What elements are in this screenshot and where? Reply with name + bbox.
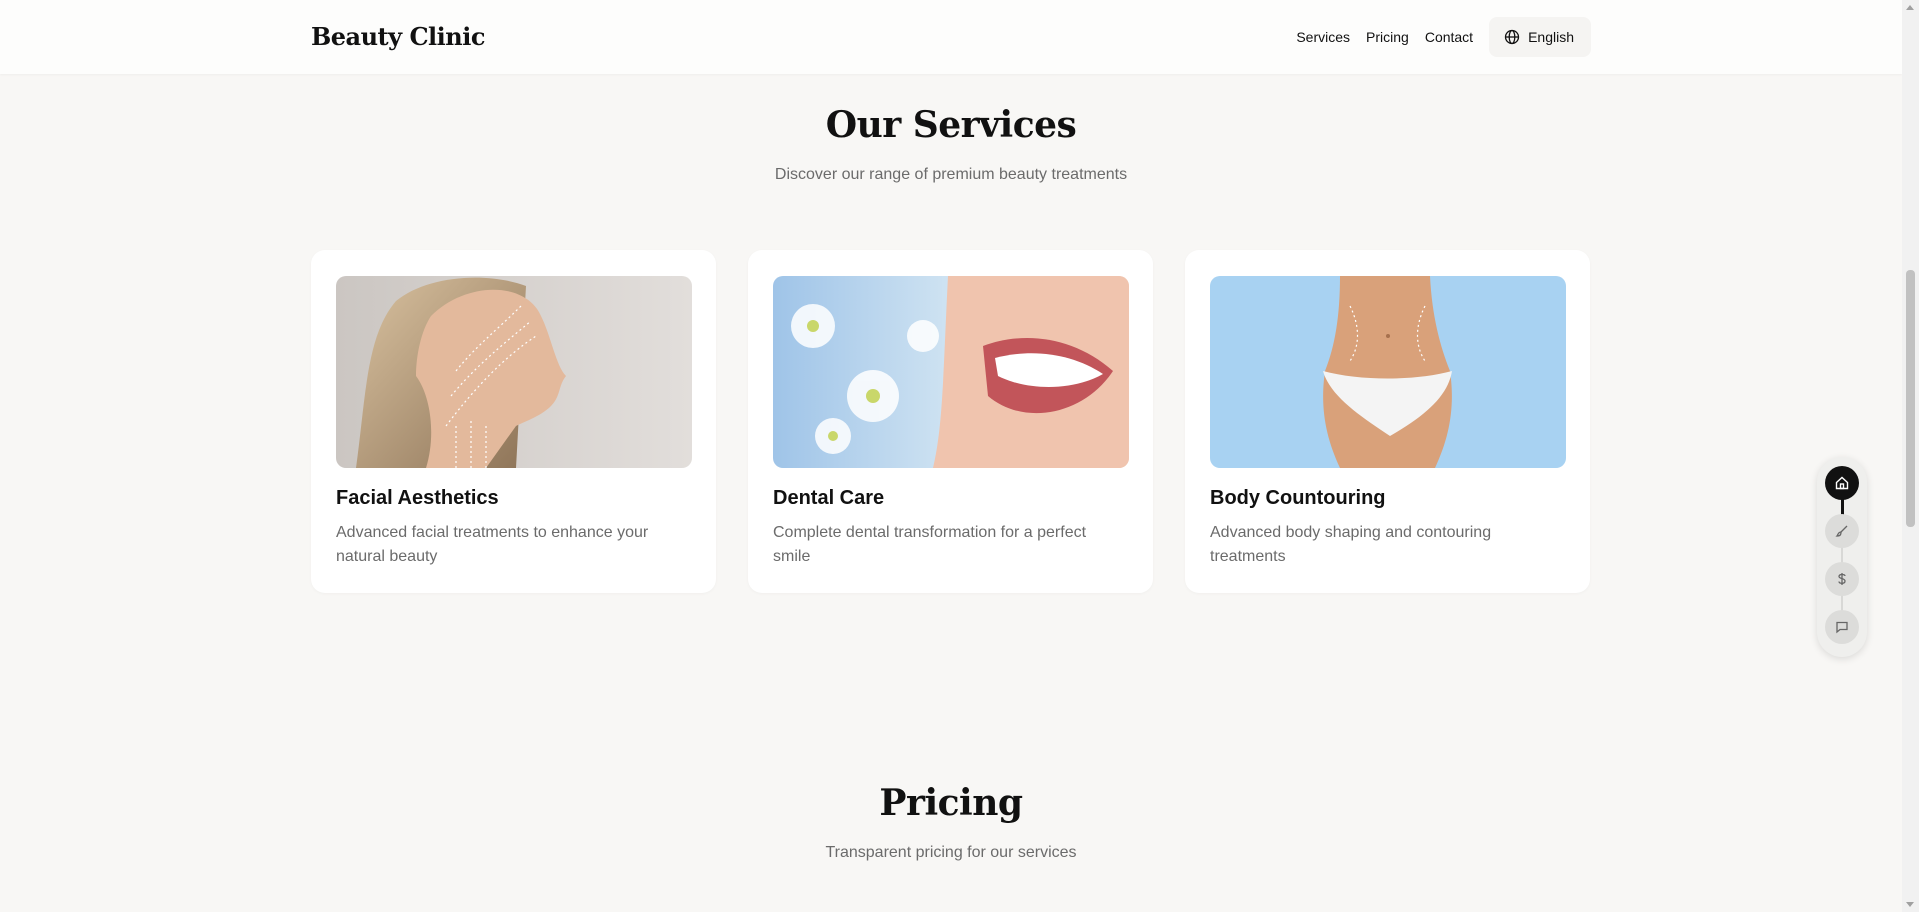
sidenav-services[interactable] bbox=[1825, 514, 1859, 548]
site-header: Beauty Clinic Services Pricing Contact E… bbox=[0, 0, 1902, 74]
smile-image bbox=[773, 276, 1129, 468]
service-card-dental[interactable]: Dental Care Complete dental transformati… bbox=[748, 250, 1153, 593]
card-description: Advanced facial treatments to enhance yo… bbox=[336, 524, 649, 565]
sidenav-contact[interactable] bbox=[1825, 610, 1859, 644]
language-button[interactable]: English bbox=[1489, 17, 1591, 57]
language-label: English bbox=[1528, 29, 1574, 45]
dollar-icon bbox=[1838, 573, 1846, 585]
logo[interactable]: Beauty Clinic bbox=[311, 22, 485, 51]
main-nav: Services Pricing Contact English bbox=[1280, 17, 1591, 57]
nav-link-contact[interactable]: Contact bbox=[1425, 17, 1473, 57]
service-card-body[interactable]: Body Countouring Advanced body shaping a… bbox=[1185, 250, 1590, 593]
card-title: Dental Care bbox=[773, 487, 885, 509]
scroll-up-icon[interactable] bbox=[1906, 5, 1914, 10]
card-title: Body Countouring bbox=[1210, 487, 1386, 509]
nav-link-services[interactable]: Services bbox=[1296, 17, 1350, 57]
scroll-thumb[interactable] bbox=[1906, 270, 1915, 527]
page-scrollbar[interactable] bbox=[1902, 0, 1919, 912]
globe-icon bbox=[1504, 29, 1520, 45]
chat-icon bbox=[1836, 621, 1848, 634]
body-image bbox=[1210, 276, 1566, 468]
pricing-title: Pricing bbox=[879, 782, 1023, 824]
brush-icon bbox=[1835, 525, 1848, 537]
card-description: Complete dental transformation for a per… bbox=[773, 524, 1087, 565]
pricing-subtitle: Transparent pricing for our services bbox=[825, 844, 1077, 861]
services-title: Our Services bbox=[825, 104, 1077, 146]
nav-link-pricing[interactable]: Pricing bbox=[1366, 17, 1409, 57]
sidenav-pricing[interactable] bbox=[1825, 562, 1859, 596]
services-subtitle: Discover our range of premium beauty tre… bbox=[774, 166, 1128, 183]
page: Beauty Clinic Services Pricing Contact E… bbox=[0, 0, 1902, 912]
face-profile-image bbox=[336, 276, 692, 468]
sidenav-home[interactable] bbox=[1825, 466, 1859, 500]
section-side-nav bbox=[1817, 457, 1867, 657]
service-card-facial[interactable]: Facial Aesthetics Advanced facial treatm… bbox=[311, 250, 716, 593]
card-description: Advanced body shaping and contouring tre… bbox=[1210, 524, 1492, 565]
card-title: Facial Aesthetics bbox=[336, 487, 499, 509]
home-icon bbox=[1835, 476, 1849, 490]
scroll-down-icon[interactable] bbox=[1906, 902, 1914, 907]
